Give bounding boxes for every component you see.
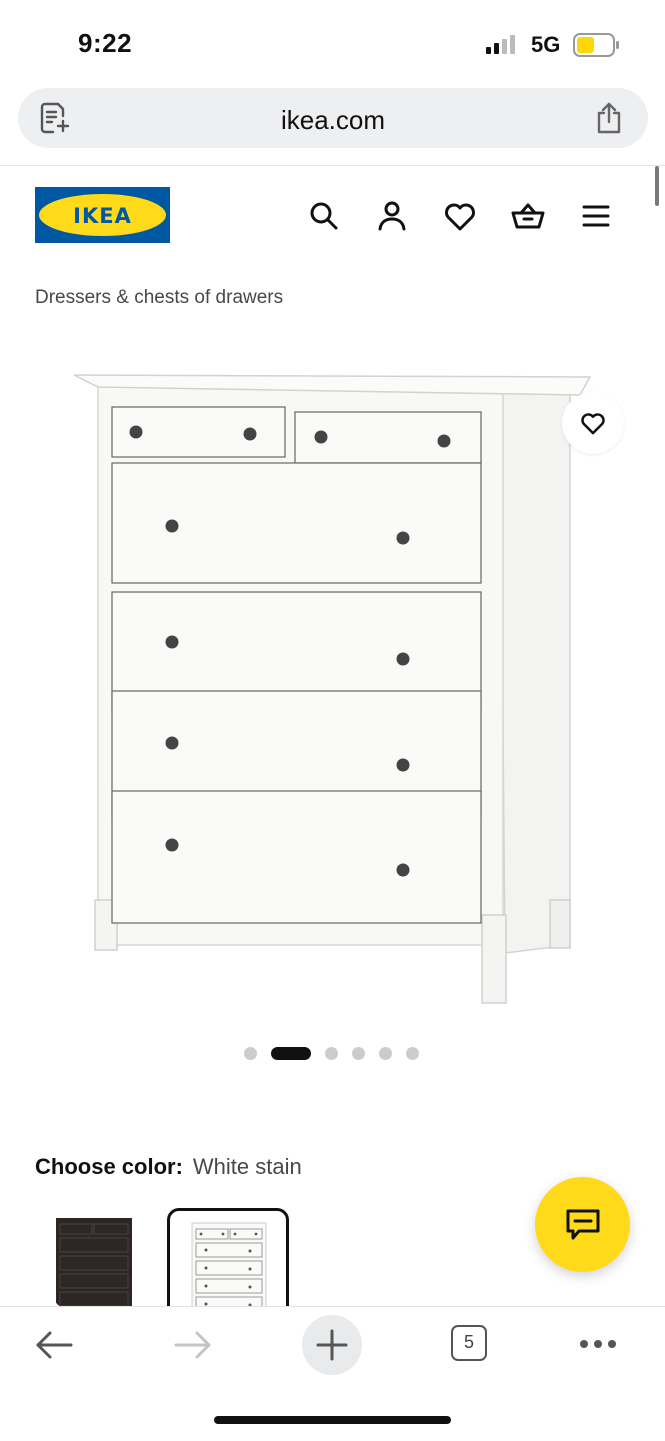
forward-arrow-icon[interactable] — [173, 1327, 213, 1368]
menu-icon[interactable] — [578, 198, 614, 234]
url-bar[interactable]: ikea.com — [18, 88, 648, 148]
cart-icon[interactable] — [510, 198, 546, 234]
carousel-dot[interactable] — [406, 1046, 419, 1060]
ikea-logo[interactable]: IKEA — [35, 187, 170, 243]
status-time: 9:22 — [78, 28, 133, 58]
logo-text: IKEA — [73, 204, 132, 228]
color-label: Choose color: — [35, 1154, 183, 1179]
color-value: White stain — [192, 1154, 302, 1179]
carousel-dot[interactable] — [244, 1046, 257, 1060]
tabs-button[interactable]: 5 — [451, 1325, 487, 1361]
color-swatch-dark[interactable] — [54, 1208, 172, 1308]
divider — [0, 165, 665, 166]
home-indicator — [214, 1416, 451, 1424]
chat-icon — [566, 1209, 600, 1240]
network-type: 5G — [531, 32, 561, 57]
product-image[interactable] — [60, 355, 600, 1015]
back-arrow-icon[interactable] — [34, 1327, 74, 1368]
carousel-dot-active[interactable] — [271, 1046, 311, 1060]
favorites-icon[interactable] — [442, 198, 478, 234]
scroll-indicator — [655, 166, 659, 206]
carousel-dot[interactable] — [352, 1046, 365, 1060]
share-icon[interactable] — [594, 101, 624, 140]
logo-oval: IKEA — [39, 194, 166, 236]
add-to-favorites-button[interactable] — [562, 392, 624, 454]
search-icon[interactable] — [306, 198, 342, 234]
account-icon[interactable] — [374, 198, 410, 234]
new-tab-button[interactable] — [302, 1315, 362, 1375]
url-text[interactable]: ikea.com — [18, 105, 648, 136]
plus-icon — [316, 1329, 348, 1361]
breadcrumb[interactable]: Dressers & chests of drawers — [35, 287, 283, 309]
color-choice: Choose color: White stain — [35, 1154, 302, 1180]
heart-icon — [581, 413, 605, 435]
battery-icon — [573, 33, 621, 62]
chat-button[interactable] — [535, 1177, 630, 1272]
signal-icon — [486, 34, 520, 59]
carousel-dot[interactable] — [379, 1046, 392, 1060]
carousel-dot[interactable] — [325, 1046, 338, 1060]
carousel-indicator[interactable] — [244, 1046, 419, 1060]
more-options-icon[interactable] — [578, 1331, 618, 1362]
